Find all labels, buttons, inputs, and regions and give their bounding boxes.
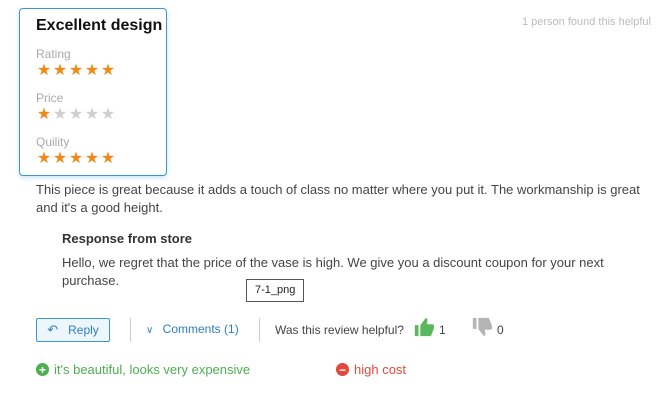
reply-arrow-icon: ↶ <box>47 322 59 337</box>
star-empty-icon: ★ <box>100 106 116 123</box>
star-rating: ★ ★ ★ ★ ★ <box>36 105 166 125</box>
star-filled-icon: ★ <box>100 62 116 79</box>
thumbs-up-button[interactable] <box>413 316 435 338</box>
helpful-question: Was this review helpful? <box>275 323 404 337</box>
store-response-title: Response from store <box>62 231 193 246</box>
star-filled-icon: ★ <box>36 150 52 167</box>
star-filled-icon: ★ <box>52 150 68 167</box>
rating-label: Rating <box>36 47 71 61</box>
rating-label: Price <box>36 91 64 105</box>
thumbs-down-count: 0 <box>497 323 504 337</box>
star-rating: ★ ★ ★ ★ ★ <box>36 149 166 169</box>
star-filled-icon: ★ <box>84 62 100 79</box>
con-text: high cost <box>354 362 407 377</box>
thumbs-up-count: 1 <box>439 323 446 337</box>
star-filled-icon: ★ <box>100 150 116 167</box>
rating-row-overall: Rating ★ ★ ★ ★ ★ <box>36 47 166 91</box>
divider <box>259 318 260 342</box>
rating-label: Quility <box>36 135 70 149</box>
store-response-body: Hello, we regret that the price of the v… <box>62 255 604 288</box>
reply-button[interactable]: ↶ Reply <box>36 318 110 342</box>
plus-circle-icon: + <box>36 363 49 376</box>
minus-circle-icon: − <box>336 363 349 376</box>
star-filled-icon: ★ <box>84 150 100 167</box>
rating-row-price: Price ★ ★ ★ ★ ★ <box>36 91 166 135</box>
review-body: This piece is great because it adds a to… <box>36 182 640 215</box>
star-rating: ★ ★ ★ ★ ★ <box>36 61 166 81</box>
comments-toggle[interactable]: ∨ Comments (1) <box>146 322 239 336</box>
thumbs-down-icon <box>472 317 493 337</box>
star-empty-icon: ★ <box>52 106 68 123</box>
star-filled-icon: ★ <box>68 150 84 167</box>
review-rating-card: Excellent design Rating ★ ★ ★ ★ ★ Price ★ ★ ★ ★… <box>19 8 167 176</box>
star-empty-icon: ★ <box>68 106 84 123</box>
rating-row-quality: Quility ★ ★ ★ ★ ★ <box>36 135 166 179</box>
star-empty-icon: ★ <box>84 106 100 123</box>
pro-text: it's beautiful, looks very expensive <box>54 362 251 377</box>
helpful-summary: 1 person found this helpful <box>521 16 651 28</box>
star-filled-icon: ★ <box>68 62 84 79</box>
star-filled-icon: ★ <box>36 62 52 79</box>
star-filled-icon: ★ <box>36 106 52 123</box>
chevron-down-icon: ∨ <box>146 325 154 336</box>
thumbs-up-icon <box>414 317 435 337</box>
thumbs-down-button[interactable] <box>471 316 493 338</box>
con-item: − high cost <box>336 362 406 377</box>
reply-label: Reply <box>68 323 99 337</box>
comments-label: Comments (1) <box>162 322 239 336</box>
image-tooltip: 7-1_png <box>246 279 305 302</box>
divider <box>130 318 131 342</box>
review-title: Excellent design <box>36 17 163 34</box>
star-filled-icon: ★ <box>52 62 68 79</box>
pro-item: + it's beautiful, looks very expensive <box>36 362 250 377</box>
